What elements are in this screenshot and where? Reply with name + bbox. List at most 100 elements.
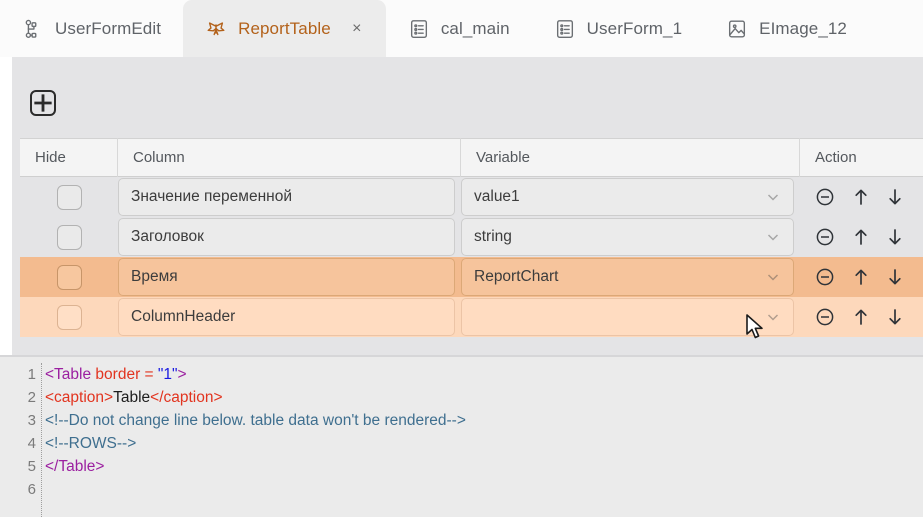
hide-checkbox[interactable] <box>56 264 82 290</box>
columns-table: Hide Column Variable Action Значение пер… <box>20 138 923 337</box>
line-number: 4 <box>27 435 36 452</box>
line-number-gutter: 1 2 3 4 5 6 <box>0 363 42 517</box>
table-row: Время ReportChart <box>20 257 923 297</box>
cell-column: Заголовок <box>118 217 461 257</box>
form-list-icon <box>408 18 430 40</box>
header-hide: Hide <box>20 138 118 177</box>
tab-label: cal_main <box>440 18 510 38</box>
cell-column: Время <box>118 257 461 297</box>
variable-select-value: value1 <box>474 188 520 205</box>
code-content[interactable]: <Table border = "1"> <caption>Table</capt… <box>45 363 466 501</box>
variable-select-value: ReportChart <box>474 268 559 285</box>
hide-checkbox[interactable] <box>56 304 82 330</box>
add-row-button[interactable] <box>30 90 56 116</box>
code-token: > <box>177 366 187 383</box>
variable-select[interactable]: string <box>461 218 794 256</box>
code-token: </Table> <box>45 458 105 475</box>
variable-select-value: string <box>474 228 512 245</box>
tab-label: UserFormEdit <box>55 18 162 38</box>
move-up-icon[interactable] <box>853 267 869 287</box>
cell-action <box>800 297 923 337</box>
remove-row-icon[interactable] <box>815 307 835 327</box>
table-row: Заголовок string <box>20 217 923 257</box>
hide-checkbox[interactable] <box>56 184 82 210</box>
column-name-input[interactable]: Время <box>118 258 455 296</box>
variable-select[interactable]: ReportChart <box>461 258 794 296</box>
chevron-down-icon <box>765 229 781 245</box>
code-token: "1" <box>157 366 178 383</box>
move-down-icon[interactable] <box>887 187 903 207</box>
code-line[interactable] <box>45 478 466 501</box>
code-line[interactable]: <!--Do not change line below. table data… <box>45 409 466 432</box>
cell-column: ColumnHeader <box>118 297 461 337</box>
code-token: = <box>140 366 158 383</box>
code-line[interactable]: </Table> <box>45 455 466 478</box>
code-token: border <box>95 366 141 383</box>
remove-row-icon[interactable] <box>815 227 835 247</box>
column-name-input[interactable]: Значение переменной <box>118 178 455 216</box>
code-line[interactable]: <Table border = "1"> <box>45 363 466 386</box>
remove-row-icon[interactable] <box>815 267 835 287</box>
cell-variable <box>461 297 800 337</box>
chevron-down-icon <box>765 269 781 285</box>
tab-userform-1[interactable]: UserForm_1 <box>532 0 704 57</box>
move-down-icon[interactable] <box>887 227 903 247</box>
cell-hide <box>20 217 118 257</box>
header-variable: Variable <box>461 138 800 177</box>
tab-bar: UserFormEdit ReportTable × cal_main UserForm… <box>0 0 923 57</box>
tab-reporttable[interactable]: ReportTable × <box>183 0 386 57</box>
code-token: <Table <box>45 366 96 383</box>
move-up-icon[interactable] <box>853 187 869 207</box>
tab-close-icon[interactable]: × <box>350 20 364 37</box>
table-header-row: Hide Column Variable Action <box>20 138 923 177</box>
tab-userformedit[interactable]: UserFormEdit <box>0 0 183 57</box>
cell-variable: value1 <box>461 177 800 217</box>
column-name-input[interactable]: ColumnHeader <box>118 298 455 336</box>
hide-checkbox[interactable] <box>56 224 82 250</box>
header-column: Column <box>118 138 461 177</box>
line-number: 6 <box>27 481 36 498</box>
chevron-down-icon <box>765 309 781 325</box>
tab-eimage-12[interactable]: EImage_12 <box>704 0 869 57</box>
code-token: <caption> <box>45 389 114 406</box>
code-token: </caption> <box>150 389 223 406</box>
line-number: 2 <box>27 389 36 406</box>
table-body: Значение переменной value1 Заголовок string… <box>20 177 923 337</box>
line-number: 5 <box>27 458 36 475</box>
column-name-input[interactable]: Заголовок <box>118 218 455 256</box>
code-token: <!--Do not change line below. table data… <box>45 412 466 429</box>
variable-select[interactable] <box>461 298 794 336</box>
move-up-icon[interactable] <box>853 307 869 327</box>
cell-variable: ReportChart <box>461 257 800 297</box>
image-icon <box>726 18 748 40</box>
table-row: Значение переменной value1 <box>20 177 923 217</box>
code-editor[interactable]: 123456 <Table border = "1"> <caption>Tabl… <box>0 355 923 517</box>
chevron-down-icon <box>765 189 781 205</box>
cell-hide <box>20 257 118 297</box>
move-down-icon[interactable] <box>887 307 903 327</box>
tab-label: UserForm_1 <box>586 18 683 38</box>
cell-action <box>800 257 923 297</box>
tab-cal-main[interactable]: cal_main <box>386 0 532 57</box>
cell-column: Значение переменной <box>118 177 461 217</box>
cell-action <box>800 177 923 217</box>
code-line[interactable]: <!--ROWS--> <box>45 432 466 455</box>
app-window: UserFormEdit ReportTable × cal_main UserForm… <box>0 0 923 517</box>
code-token: <!--ROWS--> <box>45 435 137 452</box>
move-up-icon[interactable] <box>853 227 869 247</box>
line-number: 3 <box>27 412 36 429</box>
move-down-icon[interactable] <box>887 267 903 287</box>
tab-label: ReportTable <box>238 18 331 38</box>
variable-select[interactable]: value1 <box>461 178 794 216</box>
code-line[interactable]: <caption>Table</caption> <box>45 386 466 409</box>
cell-variable: string <box>461 217 800 257</box>
form-list-icon <box>554 18 576 40</box>
cell-action <box>800 217 923 257</box>
node-hierarchy-icon <box>22 18 44 40</box>
remove-row-icon[interactable] <box>815 187 835 207</box>
code-token: Table <box>113 389 151 406</box>
tab-label: EImage_12 <box>759 18 847 38</box>
plus-icon <box>34 94 52 112</box>
panel-toolbar <box>30 90 56 116</box>
line-number: 1 <box>27 366 36 383</box>
